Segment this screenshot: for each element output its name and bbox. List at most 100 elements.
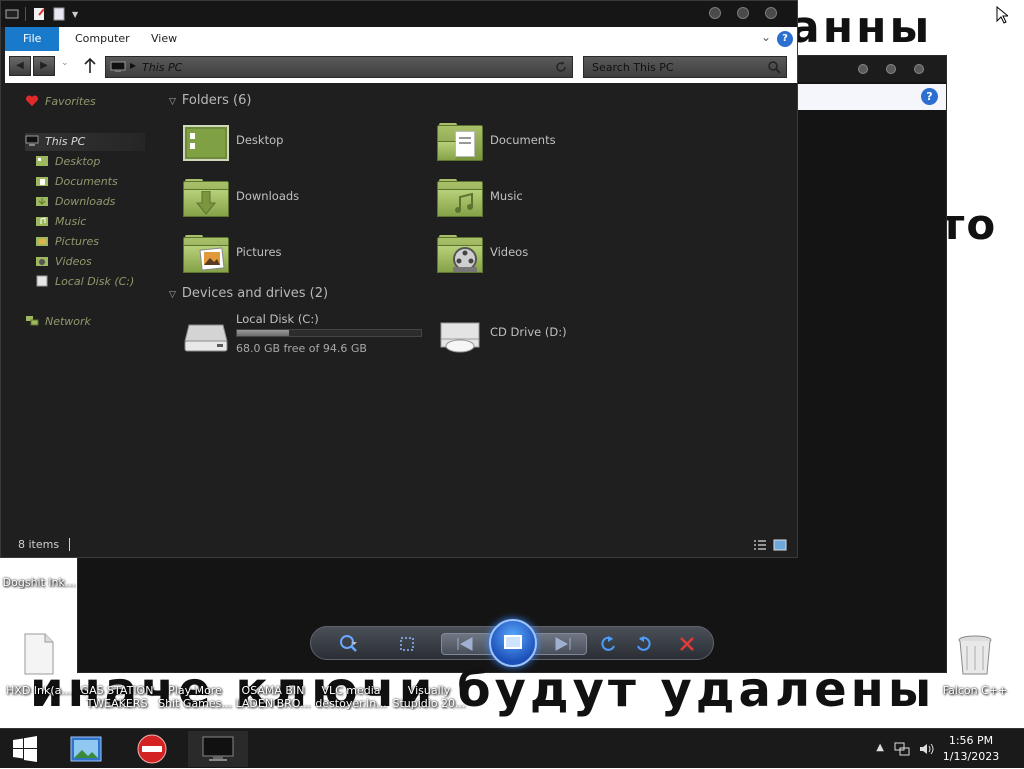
folder-tile-pictures[interactable]: Pictures — [161, 231, 401, 277]
content-pane: ▽ Folders (6) Desktop Documents Download… — [161, 83, 797, 523]
breadcrumb-separator-icon[interactable]: ▶ — [130, 61, 136, 70]
nav-item-videos[interactable]: Videos — [35, 253, 92, 271]
desktop-icon[interactable]: Play More Shit Games... — [156, 684, 234, 710]
folder-tile-videos[interactable]: Videos — [415, 231, 655, 277]
desktop-icon-recycle-bin[interactable]: Falcon C++ — [936, 632, 1014, 697]
recycle-bin-icon — [958, 635, 992, 675]
desktop-icon-label: GAS STATION TWEAKERS I... — [80, 684, 154, 710]
help-icon[interactable]: ? — [777, 31, 793, 47]
slideshow-button[interactable] — [489, 619, 537, 667]
windows-logo-icon — [13, 736, 37, 762]
volume-icon[interactable] — [918, 741, 934, 757]
folder-tile-documents[interactable]: Documents — [415, 119, 655, 165]
no-entry-icon — [137, 734, 167, 764]
nav-item-pictures[interactable]: Pictures — [35, 233, 99, 251]
desktop-icon-label: VLC media destoyer.ln... — [315, 684, 387, 710]
desktop-icon[interactable]: Visually Stupidio 20... — [390, 684, 468, 710]
drive-tile-local-disk[interactable]: Local Disk (C:) 68.0 GB free of 94.6 GB — [161, 311, 441, 357]
customize-toolbar-icon[interactable]: ▼ — [72, 10, 78, 19]
delete-icon[interactable] — [677, 634, 697, 654]
explorer-window[interactable]: ▼ File Computer View ⌄ ? ◀ ▶ ⌄ ▶ This PC… — [0, 0, 798, 558]
refresh-icon[interactable] — [554, 60, 568, 74]
taskbar-app-explorer[interactable] — [188, 731, 248, 767]
folder-name: Documents — [490, 133, 556, 147]
clock-date: 1/13/2023 — [942, 750, 1000, 763]
network-icon[interactable] — [894, 741, 910, 757]
start-button[interactable] — [0, 731, 50, 767]
nav-label: Pictures — [55, 235, 100, 248]
next-icon[interactable] — [554, 637, 572, 651]
desktop-icon-label: Dogshit lnk... — [2, 576, 76, 589]
search-icon[interactable] — [767, 60, 781, 74]
desktop-icon[interactable]: HXD lnk(a... — [0, 632, 78, 697]
maximize-button[interactable] — [737, 7, 749, 19]
forward-button[interactable]: ▶ — [33, 56, 55, 76]
back-button[interactable]: ◀ — [9, 56, 31, 76]
rotate-right-icon[interactable] — [633, 634, 653, 654]
new-folder-icon[interactable] — [52, 7, 66, 21]
devices-group-label: Devices and drives (2) — [181, 286, 329, 301]
nav-item-this-pc[interactable]: This PC — [25, 133, 145, 151]
minimize-button[interactable] — [858, 64, 868, 74]
address-bar[interactable]: ▶ This PC — [105, 56, 573, 78]
collapse-chevron-icon[interactable]: ▽ — [169, 290, 176, 300]
desktop-icon — [36, 156, 48, 166]
folders-group-header[interactable]: ▽ Folders (6) — [169, 93, 251, 108]
nav-label: Network — [45, 315, 91, 328]
title-bar[interactable]: ▼ — [1, 1, 797, 27]
search-input[interactable] — [584, 57, 760, 77]
nav-item-downloads[interactable]: Downloads — [35, 193, 115, 211]
folder-tile-music[interactable]: Music — [415, 175, 655, 221]
rotate-left-icon[interactable] — [599, 634, 619, 654]
tab-view[interactable]: View — [137, 27, 191, 51]
folder-tile-desktop[interactable]: Desktop — [161, 119, 401, 165]
recent-locations-icon[interactable]: ⌄ — [61, 58, 69, 68]
nav-label: This PC — [45, 135, 86, 148]
devices-group-header[interactable]: ▽ Devices and drives (2) — [169, 286, 328, 301]
documents-folder-icon — [437, 123, 483, 163]
breadcrumb-this-pc[interactable]: This PC — [142, 61, 182, 74]
navigation-pane: Favorites This PC Desktop Documents Down… — [1, 83, 161, 523]
minimize-button[interactable] — [709, 7, 721, 19]
nav-item-documents[interactable]: Documents — [35, 173, 118, 191]
desktop-icon-label: Visually Stupidio 20... — [392, 684, 466, 710]
nav-item-local-disk[interactable]: Local Disk (C:) — [35, 273, 134, 291]
desktop-icon[interactable]: Dogshit lnk... — [0, 560, 78, 589]
taskbar-app-photo-viewer[interactable] — [56, 731, 116, 767]
tab-file[interactable]: File — [5, 27, 60, 51]
folder-name: Downloads — [236, 189, 300, 203]
clock[interactable]: 1:56 PM 1/13/2023 — [936, 733, 1006, 765]
zoom-icon[interactable] — [339, 634, 359, 654]
maximize-button[interactable] — [886, 64, 896, 74]
nav-label: Music — [55, 215, 87, 228]
tab-computer[interactable]: Computer — [61, 27, 144, 51]
desktop-icon[interactable]: OSAMA BIN LADEN BRO... — [234, 684, 312, 710]
ribbon-tabs: File Computer View ⌄ ? — [5, 27, 797, 51]
up-arrow-icon[interactable] — [83, 58, 97, 74]
nav-item-favorites[interactable]: Favorites — [25, 93, 96, 111]
help-icon[interactable]: ? — [921, 88, 938, 105]
large-icons-view-icon[interactable] — [773, 539, 787, 551]
properties-icon[interactable] — [32, 7, 46, 21]
window-menu-icon[interactable] — [5, 7, 19, 21]
close-button[interactable] — [914, 64, 924, 74]
folder-tile-downloads[interactable]: Downloads — [161, 175, 401, 221]
actual-size-icon[interactable] — [397, 634, 417, 654]
taskbar-app-stop[interactable] — [122, 731, 182, 767]
details-view-icon[interactable] — [753, 539, 767, 551]
close-button[interactable] — [765, 7, 777, 19]
desktop-folder-icon — [183, 125, 229, 161]
nav-item-desktop[interactable]: Desktop — [35, 153, 100, 171]
desktop-icon[interactable]: GAS STATION TWEAKERS I... — [78, 684, 156, 710]
nav-item-music[interactable]: Music — [35, 213, 86, 231]
collapse-chevron-icon[interactable]: ▽ — [169, 97, 176, 107]
desktop-icon[interactable]: VLC media destoyer.ln... — [312, 684, 390, 710]
pictures-folder-icon — [183, 235, 229, 275]
show-hidden-icons-icon[interactable]: ▲ — [876, 742, 884, 753]
folder-name: Desktop — [236, 133, 284, 147]
drive-tile-cd-drive[interactable]: CD Drive (D:) — [415, 311, 655, 357]
expand-ribbon-icon[interactable]: ⌄ — [761, 30, 771, 44]
previous-icon[interactable] — [456, 637, 474, 651]
nav-item-network[interactable]: Network — [25, 313, 91, 331]
navigation-bar: ◀ ▶ ⌄ ▶ This PC — [5, 51, 797, 83]
